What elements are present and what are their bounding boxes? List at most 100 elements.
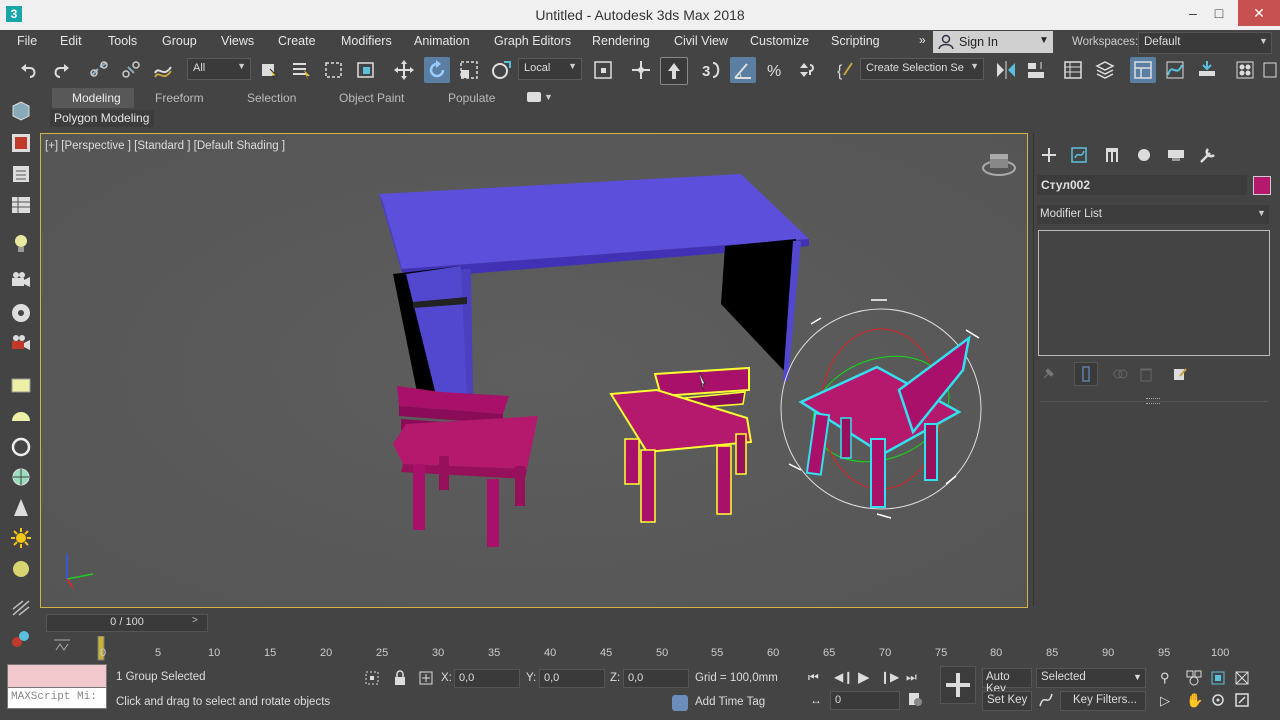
sphere-icon[interactable]	[10, 436, 32, 458]
camera-icon[interactable]	[10, 270, 32, 292]
menu-tools[interactable]: Tools	[108, 34, 137, 48]
particle-icon[interactable]	[10, 597, 32, 619]
play-icon[interactable]: ▶	[858, 668, 870, 686]
goto-end-icon[interactable]: ⏭	[906, 670, 917, 685]
hemisphere-icon[interactable]	[10, 405, 32, 427]
menu-views[interactable]: Views	[221, 34, 254, 48]
selection-filter-dropdown[interactable]: All ▼	[187, 58, 251, 80]
scene-explorer-icon[interactable]	[1060, 57, 1086, 83]
link-icon[interactable]	[86, 57, 112, 83]
maxscript-listener[interactable]: MAXScript Mi:	[7, 664, 107, 710]
keyboard-shortcut-override-icon[interactable]	[660, 57, 688, 85]
select-move-icon[interactable]	[391, 57, 417, 83]
lock-icon[interactable]	[392, 670, 408, 686]
ribbon-options-icon[interactable]	[527, 92, 541, 102]
object-name-field[interactable]: Стул002	[1037, 175, 1247, 195]
add-time-tag[interactable]: Add Time Tag	[695, 696, 765, 708]
plane-icon[interactable]	[10, 374, 32, 396]
pin-stack-icon[interactable]	[1042, 366, 1056, 380]
maximize-viewport-icon[interactable]	[1234, 692, 1250, 708]
select-scale-icon[interactable]	[456, 57, 482, 83]
select-manipulate-icon[interactable]	[628, 57, 654, 83]
select-by-name-icon[interactable]	[288, 57, 314, 83]
tab-modeling[interactable]: Modeling	[72, 91, 121, 105]
tab-object-paint[interactable]: Object Paint	[339, 91, 404, 105]
display-tab-icon[interactable]	[1165, 146, 1187, 164]
cone-icon[interactable]	[10, 497, 32, 519]
menu-scripting[interactable]: Scripting	[831, 34, 880, 48]
zoom-extents-icon[interactable]	[1210, 670, 1226, 686]
redo-icon[interactable]	[48, 57, 74, 83]
undo-icon[interactable]	[16, 57, 42, 83]
percent-snap-icon[interactable]: %	[762, 57, 788, 83]
create-tab-icon[interactable]	[1038, 146, 1060, 164]
maxscript-input[interactable]: MAXScript Mi:	[7, 687, 107, 709]
motion-tab-icon[interactable]	[1133, 146, 1155, 164]
close-button[interactable]: ✕	[1238, 0, 1280, 26]
configure-modifier-sets-icon[interactable]	[1172, 366, 1188, 382]
pan-icon[interactable]: ✋	[1186, 692, 1203, 709]
menu-rendering[interactable]: Rendering	[592, 34, 650, 48]
material-sphere-icon[interactable]	[10, 558, 32, 580]
viewport-label[interactable]: [+] [Perspective ] [Standard ] [Default …	[45, 140, 285, 152]
next-key-icon[interactable]: ❙▶	[880, 670, 899, 684]
material-editor-icon[interactable]	[1232, 57, 1258, 83]
toggle-ribbon-icon[interactable]	[1130, 57, 1156, 83]
z-coordinate-field[interactable]: 0,0	[623, 669, 689, 688]
render-camera-icon[interactable]	[10, 333, 32, 355]
table-panel-icon[interactable]	[10, 194, 32, 216]
modifier-stack[interactable]	[1038, 230, 1270, 356]
absolute-mode-icon[interactable]	[418, 670, 434, 686]
resize-handle-icon[interactable]	[1146, 398, 1160, 404]
track-bar[interactable]	[46, 636, 1246, 662]
set-key-button[interactable]: Set Key	[982, 691, 1032, 711]
menu-create[interactable]: Create	[278, 34, 316, 48]
current-frame-field[interactable]: 0	[830, 691, 900, 710]
select-object-icon[interactable]	[256, 57, 282, 83]
unlink-icon[interactable]	[118, 57, 144, 83]
key-selection-dropdown[interactable]: Selected ▼	[1036, 668, 1146, 688]
utilities-tab-icon[interactable]	[1197, 146, 1219, 164]
menu-civil-view[interactable]: Civil View	[674, 34, 728, 48]
menu-group[interactable]: Group	[162, 34, 197, 48]
field-of-view-icon[interactable]: ▷	[1160, 693, 1170, 709]
bind-space-warp-icon[interactable]	[150, 57, 176, 83]
menu-overflow-icon[interactable]: »	[919, 33, 926, 47]
viewport-layout-icon[interactable]	[10, 100, 32, 122]
select-place-icon[interactable]	[488, 57, 514, 83]
list-panel-icon[interactable]	[10, 163, 32, 185]
tab-freeform[interactable]: Freeform	[155, 91, 204, 105]
isolate-selection-icon[interactable]	[364, 670, 380, 686]
auto-key-button[interactable]: Auto Key	[982, 668, 1032, 695]
set-key-big-icon[interactable]	[940, 666, 976, 704]
menu-animation[interactable]: Animation	[414, 34, 470, 48]
key-filters-button[interactable]: Key Filters...	[1060, 691, 1146, 711]
menu-file[interactable]: File	[17, 34, 37, 48]
menu-customize[interactable]: Customize	[750, 34, 809, 48]
default-tangent-icon[interactable]	[1038, 692, 1054, 708]
goto-start-icon[interactable]: ⏮	[808, 670, 819, 685]
light-bulb-icon[interactable]	[10, 232, 32, 254]
maximize-button[interactable]: □	[1201, 0, 1237, 26]
time-tag-icon[interactable]	[672, 695, 688, 711]
make-unique-icon[interactable]	[1112, 366, 1128, 382]
key-mode-toggle-icon[interactable]: ↔	[810, 693, 822, 707]
zoom-extents-all-icon[interactable]	[1234, 670, 1250, 686]
maxscript-output[interactable]	[7, 664, 107, 688]
zoom-all-icon[interactable]	[1186, 670, 1202, 686]
zoom-icon[interactable]: ⚲	[1160, 670, 1170, 686]
edit-named-selection-icon[interactable]: {	[832, 57, 858, 83]
spinner-snap-icon[interactable]	[794, 57, 820, 83]
snaps-toggle-icon[interactable]: 3	[698, 57, 724, 83]
remove-modifier-icon[interactable]	[1138, 366, 1154, 382]
render-setup-icon[interactable]	[1262, 57, 1278, 83]
reference-coordinate-dropdown[interactable]: Local ▼	[518, 58, 582, 80]
named-selection-dropdown[interactable]: Create Selection Se ▼	[860, 58, 984, 80]
y-coordinate-field[interactable]: 0,0	[539, 669, 605, 688]
align-icon[interactable]	[1023, 57, 1049, 83]
previous-key-icon[interactable]: ◀❙	[834, 670, 853, 684]
modify-tab-icon[interactable]	[1069, 146, 1091, 164]
time-slider[interactable]: 0 / 100	[46, 614, 208, 632]
globe-icon[interactable]	[10, 466, 32, 488]
angle-snap-icon[interactable]	[730, 57, 756, 83]
